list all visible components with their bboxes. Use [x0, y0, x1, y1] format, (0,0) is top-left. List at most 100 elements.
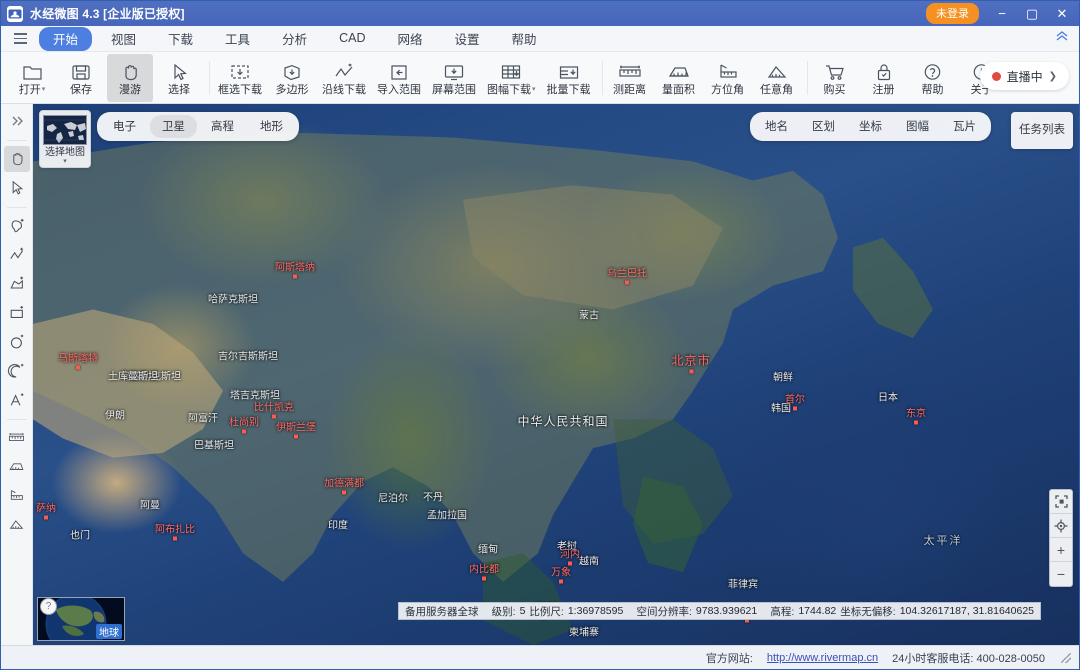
status-scale-value: 1:36978595 — [568, 605, 623, 617]
official-site-link[interactable]: http://www.rivermap.cn — [767, 652, 878, 664]
fit-extent-icon[interactable] — [1050, 490, 1072, 514]
open-tool[interactable]: 打开▾ — [9, 54, 55, 102]
status-bar: 备用服务器全球 级别: 5 比例尺: 1:36978595 空间分辨率: 978… — [398, 602, 1041, 620]
batch-download-label: 批量下载 — [547, 84, 591, 96]
register-tool[interactable]: 注册 — [861, 54, 907, 102]
left-toolbar — [1, 104, 33, 645]
line-download-tool[interactable]: 沿线下载 — [318, 54, 370, 102]
screen-range-icon — [443, 60, 465, 82]
minimize-button[interactable]: − — [987, 2, 1017, 26]
layer-tab-elevation[interactable]: 高程 — [199, 115, 246, 138]
sidebar-item-add-polyline[interactable] — [4, 242, 30, 268]
chevron-up-icon[interactable] — [1055, 30, 1069, 45]
menu-item-tools[interactable]: 工具 — [212, 27, 263, 51]
purchase-tool[interactable]: 购买 — [812, 54, 858, 102]
map-canvas[interactable]: 哈萨克斯坦 乌兹别克斯坦 吉尔吉斯斯坦 土库曼斯坦 塔吉克斯坦 伊朗 阿富汗 巴… — [33, 104, 1079, 645]
menu-item-cad[interactable]: CAD — [326, 29, 378, 48]
toolbar-separator — [602, 61, 603, 95]
menu-item-start[interactable]: 开始 — [39, 27, 92, 51]
cursor-arrow-icon — [170, 60, 188, 82]
sidebar-separator — [7, 419, 27, 420]
menu-item-analysis[interactable]: 分析 — [269, 27, 320, 51]
import-range-tool[interactable]: 导入范围 — [373, 54, 425, 102]
sidebar-item-pan[interactable] — [4, 146, 30, 172]
sidebar-item-select[interactable] — [4, 175, 30, 201]
screen-range-tool[interactable]: 屏幕范围 — [428, 54, 480, 102]
toolbar-separator — [807, 61, 808, 95]
status-server: 备用服务器全球 — [405, 604, 479, 619]
layer-tab-terrain[interactable]: 地形 — [248, 115, 295, 138]
map-app-icon — [7, 6, 23, 22]
live-stream-button[interactable]: 直播中 ❯ — [980, 62, 1069, 90]
task-list-button[interactable]: 任务列表 — [1011, 112, 1073, 149]
help-tool[interactable]: 帮助 — [910, 54, 956, 102]
help-icon[interactable]: ? — [40, 598, 57, 615]
line-download-label: 沿线下载 — [322, 84, 366, 96]
sheet-download-tool[interactable]: 图幅下载▾ — [483, 54, 540, 102]
overlay-tab-coordinate[interactable]: 坐标 — [848, 115, 893, 138]
sidebar-item-add-polygon[interactable] — [4, 271, 30, 297]
map-picker-label: 选择地图 — [43, 147, 87, 158]
import-range-icon — [389, 60, 409, 82]
line-download-icon — [333, 60, 355, 82]
chevron-down-icon[interactable]: ▾ — [43, 158, 87, 165]
zoom-in-button[interactable]: + — [1050, 538, 1072, 562]
select-tool[interactable]: 选择 — [156, 54, 202, 102]
sidebar-expand-button[interactable] — [4, 108, 30, 134]
sidebar-item-add-circle[interactable] — [4, 329, 30, 355]
save-tool[interactable]: 保存 — [58, 54, 104, 102]
chevron-down-icon: ▾ — [532, 86, 536, 93]
overlay-tab-district[interactable]: 区划 — [801, 115, 846, 138]
overlay-tab-placename[interactable]: 地名 — [754, 115, 799, 138]
sidebar-item-add-arc[interactable] — [4, 358, 30, 384]
sidebar-item-measure-azimuth[interactable] — [4, 483, 30, 509]
layer-tab-electronic[interactable]: 电子 — [101, 115, 148, 138]
sidebar-item-add-marker[interactable] — [4, 213, 30, 239]
screen-range-label: 屏幕范围 — [432, 84, 476, 96]
select-tool-label: 选择 — [168, 84, 190, 96]
hand-pan-icon — [120, 60, 140, 82]
register-label: 注册 — [873, 84, 895, 96]
angle-label: 任意角 — [760, 84, 793, 96]
sidebar-item-measure-distance[interactable] — [4, 425, 30, 451]
layer-tab-satellite[interactable]: 卫星 — [150, 115, 197, 138]
workspace: 哈萨克斯坦 乌兹别克斯坦 吉尔吉斯斯坦 土库曼斯坦 塔吉克斯坦 伊朗 阿富汗 巴… — [1, 104, 1079, 645]
polygon-download-tool[interactable]: 多边形 — [269, 54, 315, 102]
login-status-badge[interactable]: 未登录 — [926, 3, 979, 24]
menu-item-network[interactable]: 网络 — [384, 27, 435, 51]
box-download-tool[interactable]: 框选下载 — [214, 54, 266, 102]
resize-grip[interactable] — [1061, 653, 1071, 663]
measure-area-tool[interactable]: 量面积 — [656, 54, 702, 102]
map-picker[interactable]: 选择地图 ▾ — [39, 110, 91, 168]
overlay-tab-tile[interactable]: 瓦片 — [942, 115, 987, 138]
measure-distance-label: 测距离 — [613, 84, 646, 96]
save-disk-icon — [71, 60, 91, 82]
measure-distance-tool[interactable]: 测距离 — [607, 54, 653, 102]
polygon-download-label: 多边形 — [276, 84, 309, 96]
layer-tabs: 电子 卫星 高程 地形 — [97, 112, 299, 141]
menu-item-settings[interactable]: 设置 — [442, 27, 493, 51]
live-stream-label: 直播中 — [1007, 68, 1043, 85]
close-button[interactable]: ✕ — [1047, 2, 1077, 26]
pan-tool[interactable]: 漫游 — [107, 54, 153, 102]
compass-icon[interactable] — [1050, 514, 1072, 538]
zoom-out-button[interactable]: − — [1050, 562, 1072, 586]
sidebar-item-measure-area[interactable] — [4, 454, 30, 480]
status-level-value: 5 — [520, 605, 526, 617]
sidebar-item-add-text[interactable] — [4, 387, 30, 413]
menu-item-download[interactable]: 下载 — [155, 27, 206, 51]
ribbon-toolbar: 打开▾ 保存 漫游 选择 框选下载 — [1, 52, 1079, 104]
maximize-button[interactable]: ▢ — [1017, 2, 1047, 26]
batch-download-tool[interactable]: 批量下载 — [543, 54, 595, 102]
azimuth-tool[interactable]: 方位角 — [705, 54, 751, 102]
sidebar-item-measure-angle[interactable] — [4, 512, 30, 538]
overlay-tab-sheet[interactable]: 图幅 — [895, 115, 940, 138]
angle-tool[interactable]: 任意角 — [754, 54, 800, 102]
menu-item-help[interactable]: 帮助 — [499, 27, 550, 51]
menu-icon[interactable] — [7, 28, 33, 50]
box-download-icon — [229, 60, 251, 82]
world-map-thumb — [43, 115, 87, 145]
menu-item-view[interactable]: 视图 — [98, 27, 149, 51]
sidebar-item-add-rectangle[interactable] — [4, 300, 30, 326]
map-landmass — [33, 104, 1079, 645]
